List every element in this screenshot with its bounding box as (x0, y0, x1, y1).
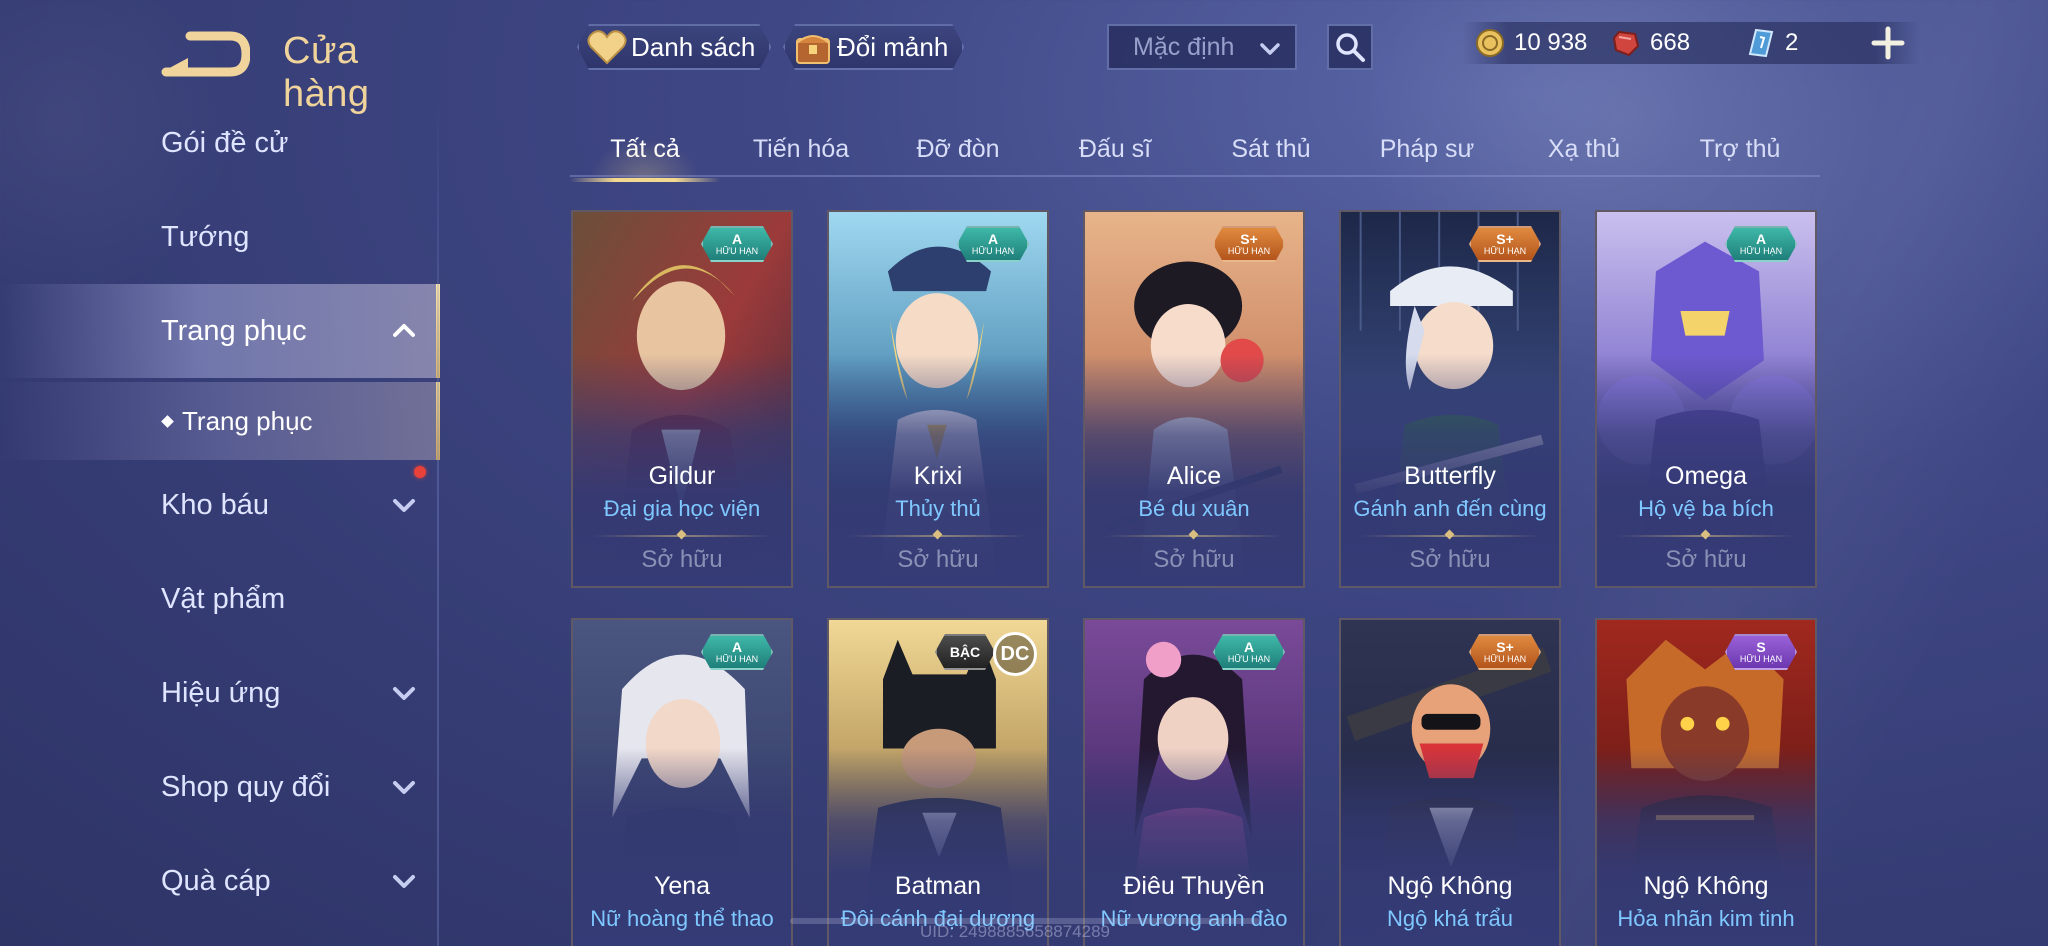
owned-status: Sở hữu (1409, 546, 1491, 573)
skin-card[interactable]: A HỮU HẠN Yena Nữ hoàng thể thao (571, 618, 793, 946)
skin-name: Đại gia học viện (603, 496, 761, 521)
tier-badge: A HỮU HẠN (1213, 634, 1285, 670)
owned-status: Sở hữu (1665, 546, 1747, 573)
tier-badge: A HỮU HẠN (957, 226, 1029, 262)
hero-name: Ngộ Không (1643, 872, 1769, 900)
skin-card[interactable]: A HỮU HẠN Gildur Đại gia học viện Sở hữu (571, 210, 793, 588)
owned-status: Sở hữu (641, 546, 723, 573)
skin-card[interactable]: A HỮU HẠN Omega Hộ vệ ba bích Sở hữu (1595, 210, 1817, 588)
owned-status: Sở hữu (897, 546, 979, 573)
card-divider (1105, 535, 1283, 537)
hero-name: Omega (1665, 462, 1747, 490)
hero-name: Batman (894, 872, 982, 900)
skin-card[interactable]: S+ HỮU HẠN Alice Bé du xuân Sở hữu (1083, 210, 1305, 588)
skin-name: Bé du xuân (1138, 496, 1250, 521)
skin-card[interactable]: BẬC DC Batman Đôi cánh đại dương (827, 618, 1049, 946)
skin-name: Hỏa nhãn kim tinh (1617, 906, 1795, 931)
skin-grid: A HỮU HẠN Gildur Đại gia học viện Sở hữu … (0, 0, 2048, 946)
skin-card[interactable]: A HỮU HẠN Điêu Thuyền Nữ vương anh đào (1083, 618, 1305, 946)
hero-name: Krixi (913, 462, 963, 490)
owned-status: Sở hữu (1153, 546, 1235, 573)
skin-name: Nữ hoàng thể thao (590, 906, 774, 931)
skin-name: Ngộ khá trẩu (1387, 906, 1513, 931)
skin-card[interactable]: A HỮU HẠN Krixi Thủy thủ Sở hữu (827, 210, 1049, 588)
hero-name: Gildur (648, 462, 716, 490)
dc-logo-icon: DC (993, 632, 1037, 676)
skin-card[interactable]: S HỮU HẠN Ngộ Không Hỏa nhãn kim tinh (1595, 618, 1817, 946)
skin-card[interactable]: S+ HỮU HẠN Butterfly Gánh anh đến cùng Sở… (1339, 210, 1561, 588)
tier-badge: A HỮU HẠN (701, 226, 773, 262)
card-divider (849, 535, 1027, 537)
tier-badge: S HỮU HẠN (1725, 634, 1797, 670)
card-divider (593, 535, 771, 537)
skin-name: Gánh anh đến cùng (1353, 496, 1547, 521)
hero-name: Điêu Thuyền (1123, 872, 1265, 900)
uid-watermark: UID: 2498885658874289 (920, 922, 1110, 941)
hero-name: Alice (1166, 462, 1222, 490)
tier-badge: S+ HỮU HẠN (1213, 226, 1285, 262)
skin-card[interactable]: S+ HỮU HẠN Ngộ Không Ngộ khá trẩu (1339, 618, 1561, 946)
skin-name: Hộ vệ ba bích (1638, 496, 1774, 521)
hero-name: Butterfly (1404, 462, 1496, 490)
tier-badge: S+ HỮU HẠN (1469, 634, 1541, 670)
tier-badge: A HỮU HẠN (701, 634, 773, 670)
tier-badge: BẬC (935, 634, 995, 670)
tier-badge: A HỮU HẠN (1725, 226, 1797, 262)
tier-badge: S+ HỮU HẠN (1469, 226, 1541, 262)
card-divider (1617, 535, 1795, 537)
hero-name: Yena (653, 872, 711, 900)
hero-name: Ngộ Không (1387, 872, 1513, 900)
skin-name: Thủy thủ (895, 496, 981, 521)
card-divider (1361, 535, 1539, 537)
